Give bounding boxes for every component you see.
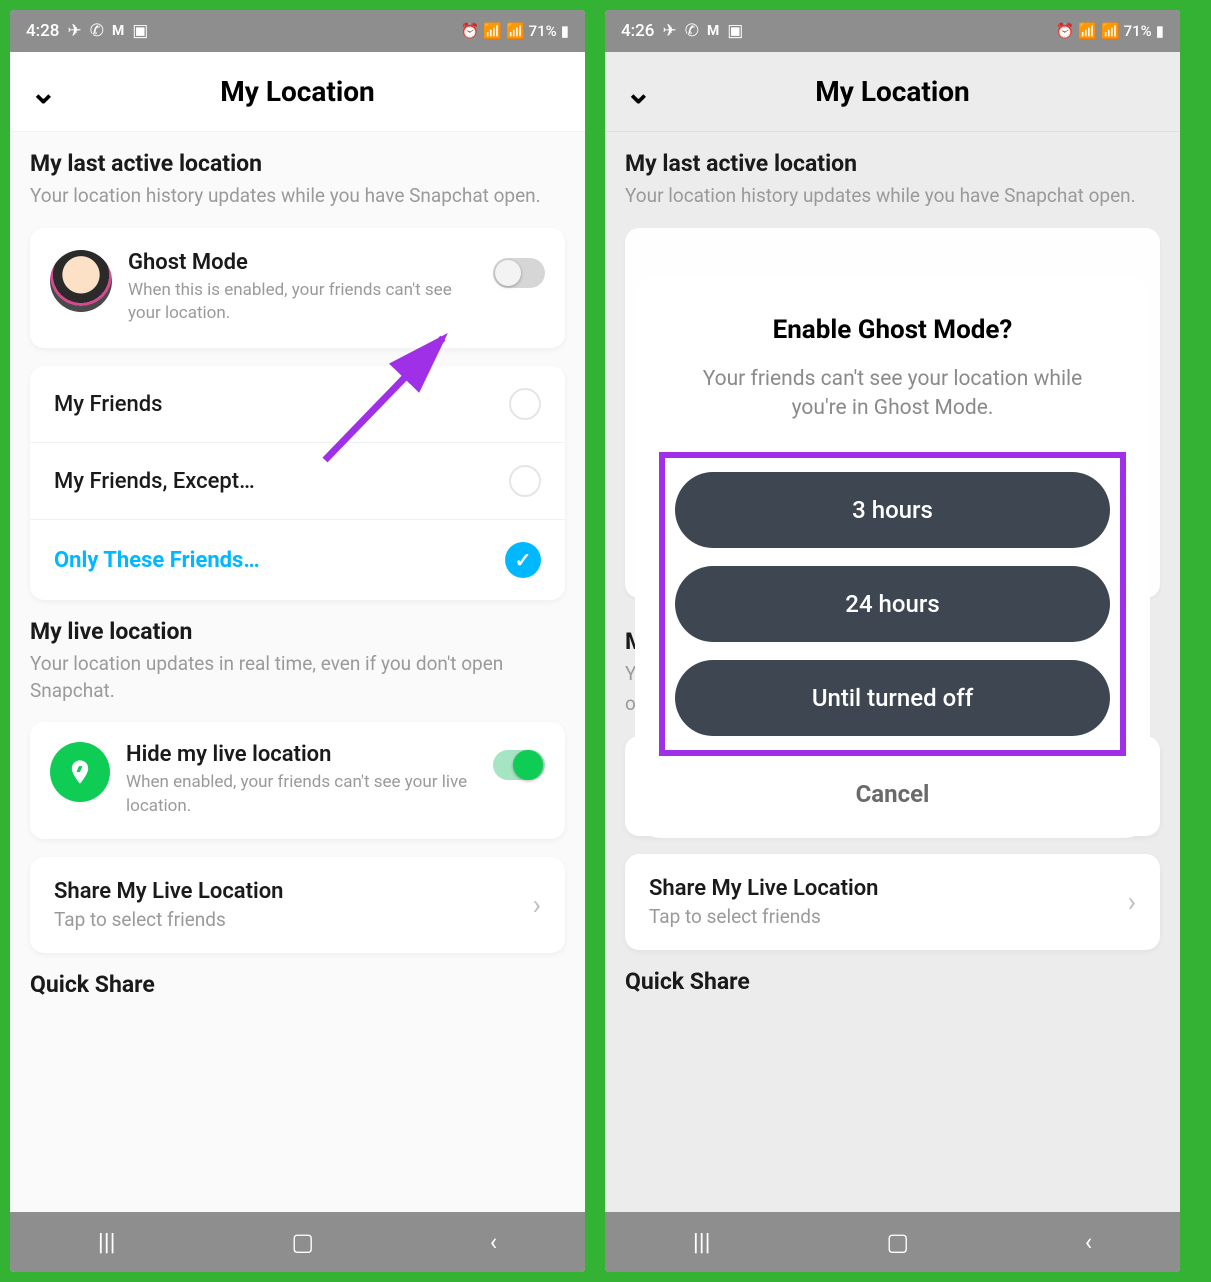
whatsapp-icon: ✆ — [685, 21, 699, 41]
home-button[interactable]: ▢ — [886, 1228, 909, 1256]
recents-button[interactable]: ||| — [693, 1228, 711, 1256]
share-live-sub: Tap to select friends — [649, 905, 1128, 928]
modal-subtitle: Your friends can't see your location whi… — [659, 365, 1126, 424]
hide-live-card: Hide my live location When enabled, your… — [30, 722, 565, 839]
alarm-icon: ⏰ — [461, 22, 480, 40]
radio-checked-icon: ✓ — [505, 542, 541, 578]
option-my-friends-except[interactable]: My Friends, Except… — [30, 443, 565, 520]
telegram-icon: ✈ — [662, 21, 676, 41]
gmail-icon: M — [707, 23, 719, 39]
ghost-mode-toggle[interactable] — [493, 258, 545, 288]
cancel-button[interactable]: Cancel — [659, 780, 1126, 808]
home-button[interactable]: ▢ — [291, 1228, 314, 1256]
battery-icon: ▮ — [561, 22, 569, 40]
status-bar: 4:28 ✈ ✆ M ▣ ⏰ 📶 📶 71% ▮ — [10, 10, 585, 52]
section-last-active-title: My last active location — [625, 150, 1160, 177]
back-button[interactable]: ‹ — [1085, 1228, 1092, 1256]
page-title: My Location — [220, 75, 374, 108]
android-nav-bar: ||| ▢ ‹ — [605, 1212, 1180, 1272]
back-chevron-icon[interactable]: ⌄ — [625, 73, 652, 111]
page-header: ⌄ My Location — [10, 52, 585, 132]
share-live-title: Share My Live Location — [649, 876, 1128, 901]
radio-unchecked-icon — [509, 465, 541, 497]
modal-buttons-highlight: 3 hours 24 hours Until turned off — [659, 452, 1126, 756]
back-button[interactable]: ‹ — [490, 1228, 497, 1256]
whatsapp-icon: ✆ — [90, 21, 104, 41]
recents-button[interactable]: ||| — [98, 1228, 116, 1256]
share-live-card[interactable]: Share My Live Location Tap to select fri… — [30, 857, 565, 953]
duration-until-off-button[interactable]: Until turned off — [675, 660, 1110, 736]
section-live-title: My live location — [30, 618, 565, 645]
battery-icon: ▮ — [1156, 22, 1164, 40]
section-last-active-title: My last active location — [30, 150, 565, 177]
duration-24-hours-button[interactable]: 24 hours — [675, 566, 1110, 642]
hide-live-title: Hide my live location — [126, 742, 477, 767]
option-my-friends[interactable]: My Friends — [30, 366, 565, 443]
share-live-title: Share My Live Location — [54, 879, 533, 904]
status-time: 4:28 — [26, 21, 59, 41]
back-chevron-icon[interactable]: ⌄ — [30, 73, 57, 111]
chevron-right-icon: › — [1128, 885, 1136, 918]
gallery-icon: ▣ — [727, 21, 743, 41]
ghost-mode-sub: When this is enabled, your friends can't… — [128, 279, 477, 327]
chevron-right-icon: › — [533, 888, 541, 921]
signal-icon: 📶 — [1101, 22, 1120, 40]
share-live-card[interactable]: Share My Live Location Tap to select fri… — [625, 854, 1160, 950]
phone-screen-right: 4:26 ✈ ✆ M ▣ ⏰ 📶 📶 71% ▮ ⌄ My Location M… — [605, 10, 1180, 1272]
battery-pct: 71% — [529, 22, 557, 40]
wifi-icon: 📶 — [1078, 22, 1097, 40]
hide-live-sub: When enabled, your friends can't see you… — [126, 771, 477, 819]
status-time: 4:26 — [621, 21, 654, 41]
hide-live-toggle[interactable] — [493, 750, 545, 780]
android-nav-bar: ||| ▢ ‹ — [10, 1212, 585, 1272]
alarm-icon: ⏰ — [1056, 22, 1075, 40]
section-last-active-sub: Your location history updates while you … — [30, 183, 565, 210]
ghost-mode-modal: Enable Ghost Mode? Your friends can't se… — [635, 275, 1150, 838]
quick-share-title: Quick Share — [625, 968, 1160, 995]
option-label: Only These Friends… — [54, 548, 260, 573]
gallery-icon: ▣ — [132, 21, 148, 41]
visibility-options-card: My Friends My Friends, Except… Only Thes… — [30, 366, 565, 600]
duration-3-hours-button[interactable]: 3 hours — [675, 472, 1110, 548]
option-only-these-friends[interactable]: Only These Friends… ✓ — [30, 520, 565, 600]
page-header: ⌄ My Location — [605, 52, 1180, 132]
battery-pct: 71% — [1124, 22, 1152, 40]
wifi-icon: 📶 — [483, 22, 502, 40]
share-live-sub: Tap to select friends — [54, 908, 533, 931]
bitmoji-avatar — [50, 250, 112, 312]
option-label: My Friends — [54, 392, 162, 417]
phone-screen-left: 4:28 ✈ ✆ M ▣ ⏰ 📶 📶 71% ▮ ⌄ My Location M… — [10, 10, 585, 1272]
status-bar: 4:26 ✈ ✆ M ▣ ⏰ 📶 📶 71% ▮ — [605, 10, 1180, 52]
page-title: My Location — [815, 75, 969, 108]
signal-icon: 📶 — [506, 22, 525, 40]
section-last-active-sub: Your location history updates while you … — [625, 183, 1160, 210]
modal-title: Enable Ghost Mode? — [659, 315, 1126, 345]
section-live-sub: Your location updates in real time, even… — [30, 651, 565, 704]
quick-share-title: Quick Share — [30, 971, 565, 998]
location-bolt-icon — [50, 742, 110, 802]
content-area: My last active location Your location hi… — [10, 132, 585, 1212]
radio-unchecked-icon — [509, 388, 541, 420]
ghost-mode-card: Ghost Mode When this is enabled, your fr… — [30, 228, 565, 349]
ghost-mode-title: Ghost Mode — [128, 250, 477, 275]
telegram-icon: ✈ — [67, 21, 81, 41]
gmail-icon: M — [112, 23, 124, 39]
option-label: My Friends, Except… — [54, 469, 255, 494]
